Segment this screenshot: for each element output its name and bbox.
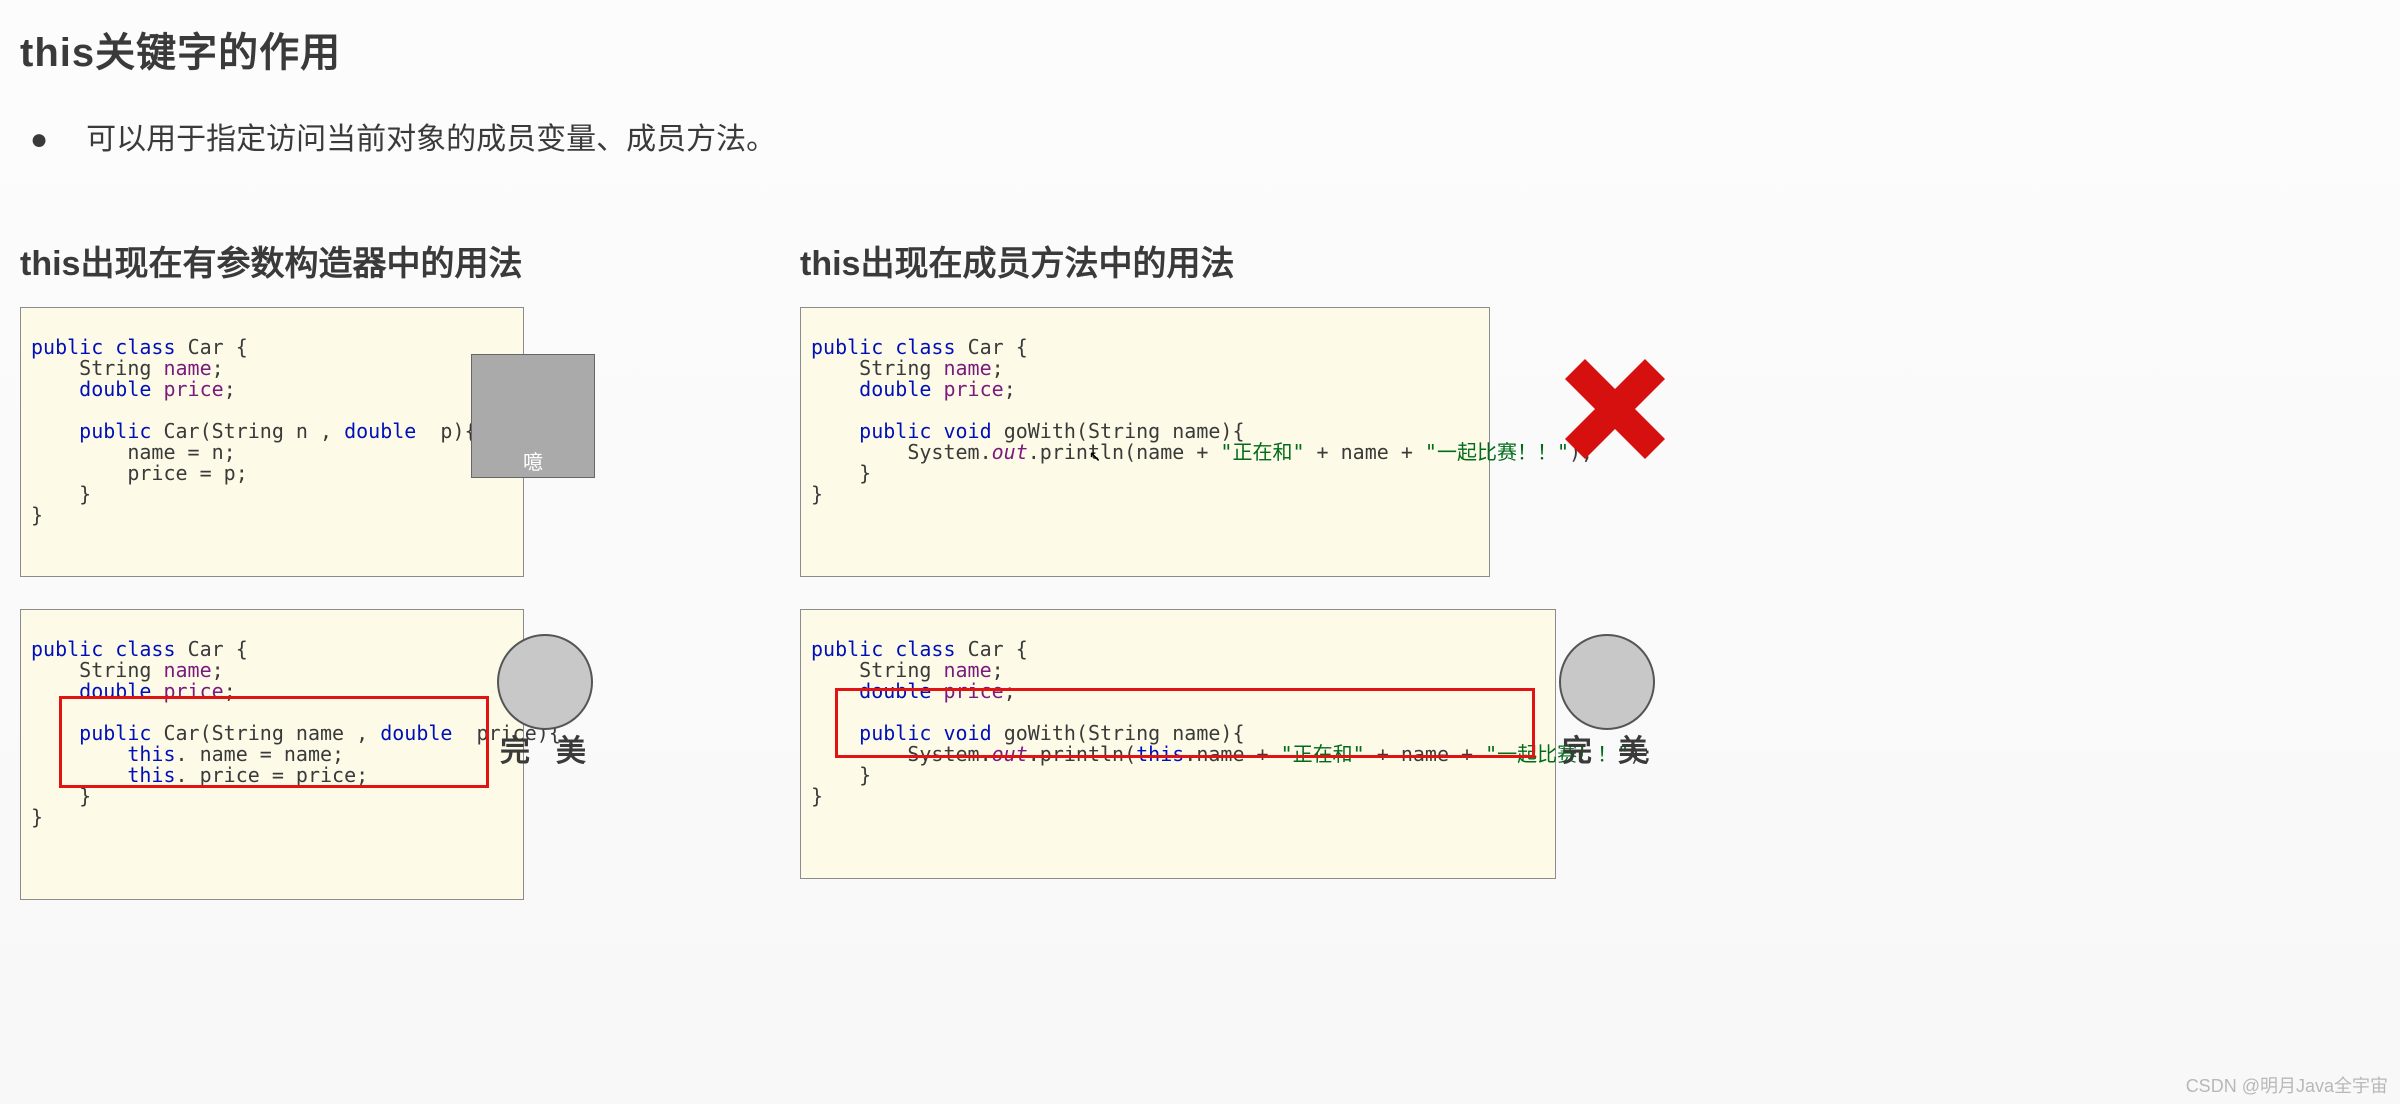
bullet-dot-icon: ● xyxy=(30,123,48,157)
meme-perfect-right: 完 美 xyxy=(1559,634,1655,768)
code-box-right-2: public class Car { String name; double p… xyxy=(800,609,1556,879)
highlight-frame-right xyxy=(835,688,1535,758)
meme-perfect-label: 完 美 xyxy=(500,736,590,768)
str1: "正在和" xyxy=(1220,440,1304,464)
brace: { xyxy=(1004,335,1028,359)
type-double: double xyxy=(859,377,943,401)
right-heading: this出现在成员方法中的用法 xyxy=(800,236,1556,285)
columns: this出现在有参数构造器中的用法 public class Car { Str… xyxy=(20,236,2380,932)
meme-angry: 噫 xyxy=(471,354,595,478)
code-box-right-1: public class Car { String name; double p… xyxy=(800,307,1490,577)
bullet-item: ● 可以用于指定访问当前对象的成员变量、成员方法。 xyxy=(30,114,2380,158)
sysout-b: .println(name + xyxy=(1028,440,1221,464)
main-title: this关键字的作用 xyxy=(20,20,2380,78)
semi: ; xyxy=(1004,377,1016,401)
sysout-c: + name + xyxy=(1305,440,1425,464)
meme-perfect-head-icon xyxy=(497,634,593,730)
cursor-icon: ↖ xyxy=(1089,444,1101,465)
right-column: this出现在成员方法中的用法 public class Car { Strin… xyxy=(800,236,1556,932)
cross-icon xyxy=(1469,338,1569,438)
left-column: this出现在有参数构造器中的用法 public class Car { Str… xyxy=(20,236,580,932)
brace: { xyxy=(1004,637,1028,661)
highlight-frame-left xyxy=(59,696,489,788)
watermark: CSDN @明月Java全宇宙 xyxy=(2186,1072,2388,1098)
code-box-left-2: public class Car { String name; double p… xyxy=(20,609,524,900)
semi: ; xyxy=(224,377,236,401)
brace-close: } xyxy=(859,461,871,485)
assign-price: price = p; xyxy=(127,461,247,485)
sig2: p){ xyxy=(428,419,476,443)
left-heading: this出现在有参数构造器中的用法 xyxy=(20,236,580,285)
brace: { xyxy=(224,335,248,359)
brace-close: } xyxy=(31,805,43,829)
brace-close: } xyxy=(79,482,91,506)
brace: { xyxy=(224,637,248,661)
meme-angry-caption: 噫 xyxy=(523,452,543,473)
brace-close: } xyxy=(811,482,823,506)
meme-perfect-head-icon xyxy=(1559,634,1655,730)
field-price: price xyxy=(163,377,223,401)
meme-perfect-left: 完 美 xyxy=(497,634,593,768)
brace-close: } xyxy=(859,763,871,787)
type-double: double xyxy=(79,377,163,401)
sysout-a: System. xyxy=(907,440,991,464)
brace-close: } xyxy=(31,503,43,527)
field-price: price xyxy=(943,377,1003,401)
meme-perfect-label: 完 美 xyxy=(1562,736,1652,768)
type-double: double xyxy=(344,419,428,443)
code-box-left-1: public class Car { String name; double p… xyxy=(20,307,524,577)
bullet-text: 可以用于指定访问当前对象的成员变量、成员方法。 xyxy=(86,114,776,158)
sysout-out: out xyxy=(992,440,1028,464)
brace-close: } xyxy=(811,784,823,808)
meme-angry-image: 噫 xyxy=(471,354,595,478)
